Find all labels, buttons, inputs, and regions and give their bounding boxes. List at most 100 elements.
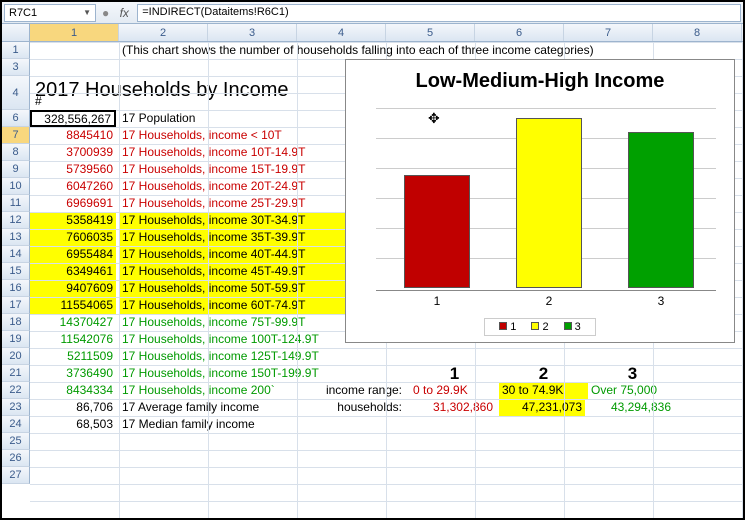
cell-r14c1[interactable]: 7606035 (30, 229, 116, 246)
range-1[interactable]: 0 to 29.9K (410, 382, 499, 399)
hh-3[interactable]: 43,294,836 (588, 399, 674, 416)
cell-r16c2[interactable]: 17 Households, income 45T-49.9T (119, 263, 379, 280)
formula-input[interactable]: =INDIRECT(Dataitems!R6C1) (137, 4, 741, 22)
cell-r14c2[interactable]: 17 Households, income 35T-39.9T (119, 229, 379, 246)
note-text: (This chart shows the number of househol… (119, 42, 719, 59)
col-header-2[interactable]: 2 (119, 24, 208, 41)
bar-3[interactable] (628, 132, 694, 288)
row-header-9[interactable]: 9 (2, 161, 30, 178)
cell-r20c1[interactable]: 11542076 (30, 331, 116, 348)
hh-2[interactable]: 47,231,073 (499, 399, 585, 416)
row-header-27[interactable]: 27 (2, 467, 30, 484)
cell-r10c2[interactable]: 17 Households, income 15T-19.9T (119, 161, 379, 178)
cell-r22c1[interactable]: 3736490 (30, 365, 116, 382)
row-header-26[interactable]: 26 (2, 450, 30, 467)
row-header-15[interactable]: 15 (2, 263, 30, 280)
xlabel-1: 1 (404, 294, 470, 308)
cell-r18c1[interactable]: 11554065 (30, 297, 116, 314)
circle-icon[interactable]: ● (98, 6, 113, 20)
cell-r8c1[interactable]: 8845410 (30, 127, 116, 144)
cell-r25c2[interactable]: 17 Median family income (119, 416, 379, 433)
cell-r13c1[interactable]: 5358419 (30, 212, 116, 229)
row-header-14[interactable]: 14 (2, 246, 30, 263)
row-header-8[interactable]: 8 (2, 144, 30, 161)
range-label: income range: (305, 382, 405, 399)
cell-r22c2[interactable]: 17 Households, income 150T-199.9T (119, 365, 379, 382)
cell-r11c1[interactable]: 6047260 (30, 178, 116, 195)
dropdown-icon[interactable]: ▼ (83, 8, 91, 17)
hh-label: households: (305, 399, 405, 416)
row-header-10[interactable]: 10 (2, 178, 30, 195)
hh-1[interactable]: 31,302,860 (410, 399, 496, 416)
row-header-6[interactable]: 6 (2, 110, 30, 127)
row-header-12[interactable]: 12 (2, 212, 30, 229)
row-header-3[interactable]: 3 (2, 59, 30, 76)
cell-r9c1[interactable]: 3700939 (30, 144, 116, 161)
cell-r17c2[interactable]: 17 Households, income 50T-59.9T (119, 280, 379, 297)
col-header-4[interactable]: 4 (297, 24, 386, 41)
row-header-13[interactable]: 13 (2, 229, 30, 246)
cell-r20c2[interactable]: 17 Households, income 100T-124.9T (119, 331, 379, 348)
col-header-3[interactable]: 3 (208, 24, 297, 41)
cell-r11c2[interactable]: 17 Households, income 20T-24.9T (119, 178, 379, 195)
cell-r9c2[interactable]: 17 Households, income 10T-14.9T (119, 144, 379, 161)
cell-r7c1[interactable]: 328,556,267 (30, 110, 116, 127)
col-header-1[interactable]: 1 (30, 24, 119, 41)
cell-r13c2[interactable]: 17 Households, income 30T-34.9T (119, 212, 379, 229)
cell-r21c1[interactable]: 5211509 (30, 348, 116, 365)
row-header-16[interactable]: 16 (2, 280, 30, 297)
range-2[interactable]: 30 to 74.9K (499, 382, 588, 399)
cell-r8c2[interactable]: 17 Households, income < 10T (119, 127, 379, 144)
row-header-11[interactable]: 11 (2, 195, 30, 212)
row-header-23[interactable]: 23 (2, 399, 30, 416)
column-headers: 1 2 3 4 5 6 7 8 (2, 24, 743, 42)
row-header-19[interactable]: 19 (2, 331, 30, 348)
select-all-corner[interactable] (2, 24, 30, 41)
chart[interactable]: Low-Medium-High Income 1 2 3 1 2 3 (345, 59, 735, 343)
formula-bar: R7C1 ▼ ● fx =INDIRECT(Dataitems!R6C1) (2, 2, 743, 24)
col-header-5[interactable]: 5 (386, 24, 475, 41)
cell-r19c1[interactable]: 14370427 (30, 314, 116, 331)
range-3[interactable]: Over 75,000 (588, 382, 677, 399)
cell-r10c1[interactable]: 5739560 (30, 161, 116, 178)
col-header-6[interactable]: 6 (475, 24, 564, 41)
row-header-22[interactable]: 22 (2, 382, 30, 399)
row-header-25[interactable]: 25 (2, 433, 30, 450)
col-header-7[interactable]: 7 (564, 24, 653, 41)
cell-r16c1[interactable]: 6349461 (30, 263, 116, 280)
chart-plot (376, 108, 716, 288)
row-header-20[interactable]: 20 (2, 348, 30, 365)
chart-title: Low-Medium-High Income (346, 60, 734, 99)
xlabel-3: 3 (628, 294, 694, 308)
cell-r17c1[interactable]: 9407609 (30, 280, 116, 297)
cell-r24c1[interactable]: 86,706 (30, 399, 116, 416)
fx-icon[interactable]: fx (113, 6, 135, 20)
col-header-8[interactable]: 8 (653, 24, 742, 41)
grid[interactable]: 1346789101112131415161718192021222324252… (2, 42, 743, 518)
bar-1[interactable] (404, 175, 470, 288)
name-box[interactable]: R7C1 ▼ (4, 4, 96, 22)
row-header-7[interactable]: 7 (2, 127, 30, 144)
row-header-18[interactable]: 18 (2, 314, 30, 331)
cell-r18c2[interactable]: 17 Households, income 60T-74.9T (119, 297, 379, 314)
cat-head-3: 3 (588, 365, 677, 382)
row-header-24[interactable]: 24 (2, 416, 30, 433)
cell-r7c2[interactable]: 17 Population (119, 110, 379, 127)
bar-2[interactable] (516, 118, 582, 288)
row-header-21[interactable]: 21 (2, 365, 30, 382)
cell-r19c2[interactable]: 17 Households, income 75T-99.9T (119, 314, 379, 331)
hash-cell[interactable]: # (32, 93, 45, 110)
row-header-1[interactable]: 1 (2, 42, 30, 59)
row-header-17[interactable]: 17 (2, 297, 30, 314)
cell-r21c2[interactable]: 17 Households, income 125T-149.9T (119, 348, 379, 365)
cell-r23c1[interactable]: 8434334 (30, 382, 116, 399)
cell-r15c2[interactable]: 17 Households, income 40T-44.9T (119, 246, 379, 263)
row-header-4[interactable]: 4 (2, 76, 30, 110)
xlabel-2: 2 (516, 294, 582, 308)
cell-r15c1[interactable]: 6955484 (30, 246, 116, 263)
cat-head-2: 2 (499, 365, 588, 382)
cell-r12c1[interactable]: 6969691 (30, 195, 116, 212)
cell-r25c1[interactable]: 68,503 (30, 416, 116, 433)
cat-head-1: 1 (410, 365, 499, 382)
cell-r12c2[interactable]: 17 Households, income 25T-29.9T (119, 195, 379, 212)
